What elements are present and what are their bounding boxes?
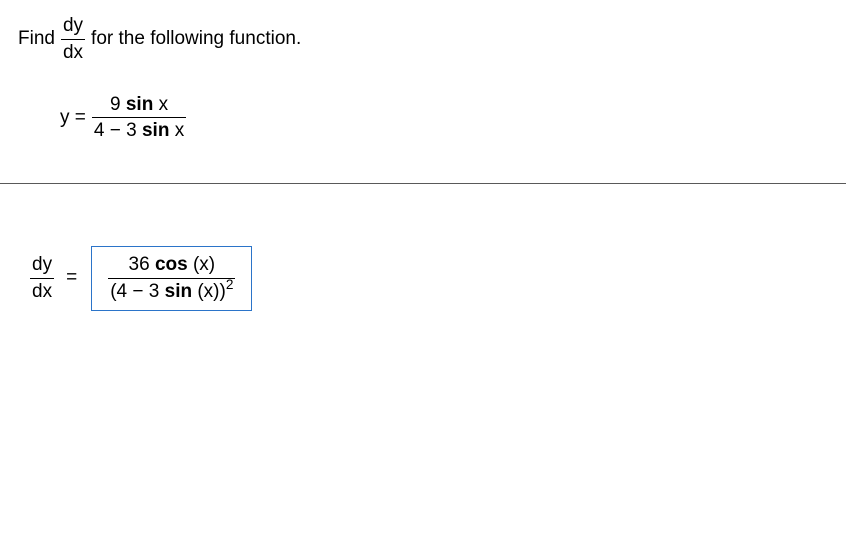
answer-numerator: 36 cos (x) <box>127 253 218 277</box>
equals-sign: = <box>66 267 77 289</box>
fraction-bar <box>92 117 186 118</box>
answer-denominator: (4 − 3 sin (x))2 <box>108 280 235 304</box>
function-denominator: 4 − 3 sin x <box>92 119 186 143</box>
dy-dx-fraction: dy dx <box>61 14 85 65</box>
answer-lhs-fraction: dy dx <box>30 253 54 304</box>
fraction-bar <box>108 278 235 279</box>
given-function: y = 9 sin x 4 − 3 sin x <box>60 93 828 144</box>
fraction-denominator: dx <box>61 41 85 65</box>
answer-input-box[interactable]: 36 cos (x) (4 − 3 sin (x))2 <box>91 246 252 311</box>
answer-value-fraction: 36 cos (x) (4 − 3 sin (x))2 <box>108 253 235 304</box>
prompt-line: Find dy dx for the following function. <box>18 14 828 65</box>
function-lhs: y = <box>60 107 86 129</box>
prompt-prefix: Find <box>18 28 55 50</box>
fraction-bar <box>30 278 54 279</box>
fraction-numerator: dy <box>30 253 54 277</box>
fraction-denominator: dx <box>30 280 54 304</box>
answer-row: dy dx = 36 cos (x) (4 − <box>24 246 828 311</box>
function-numerator: 9 sin x <box>108 93 170 117</box>
fraction-numerator: dy <box>61 14 85 38</box>
fraction-bar <box>61 39 85 40</box>
prompt-suffix: for the following function. <box>91 28 301 50</box>
function-fraction: 9 sin x 4 − 3 sin x <box>92 93 186 144</box>
